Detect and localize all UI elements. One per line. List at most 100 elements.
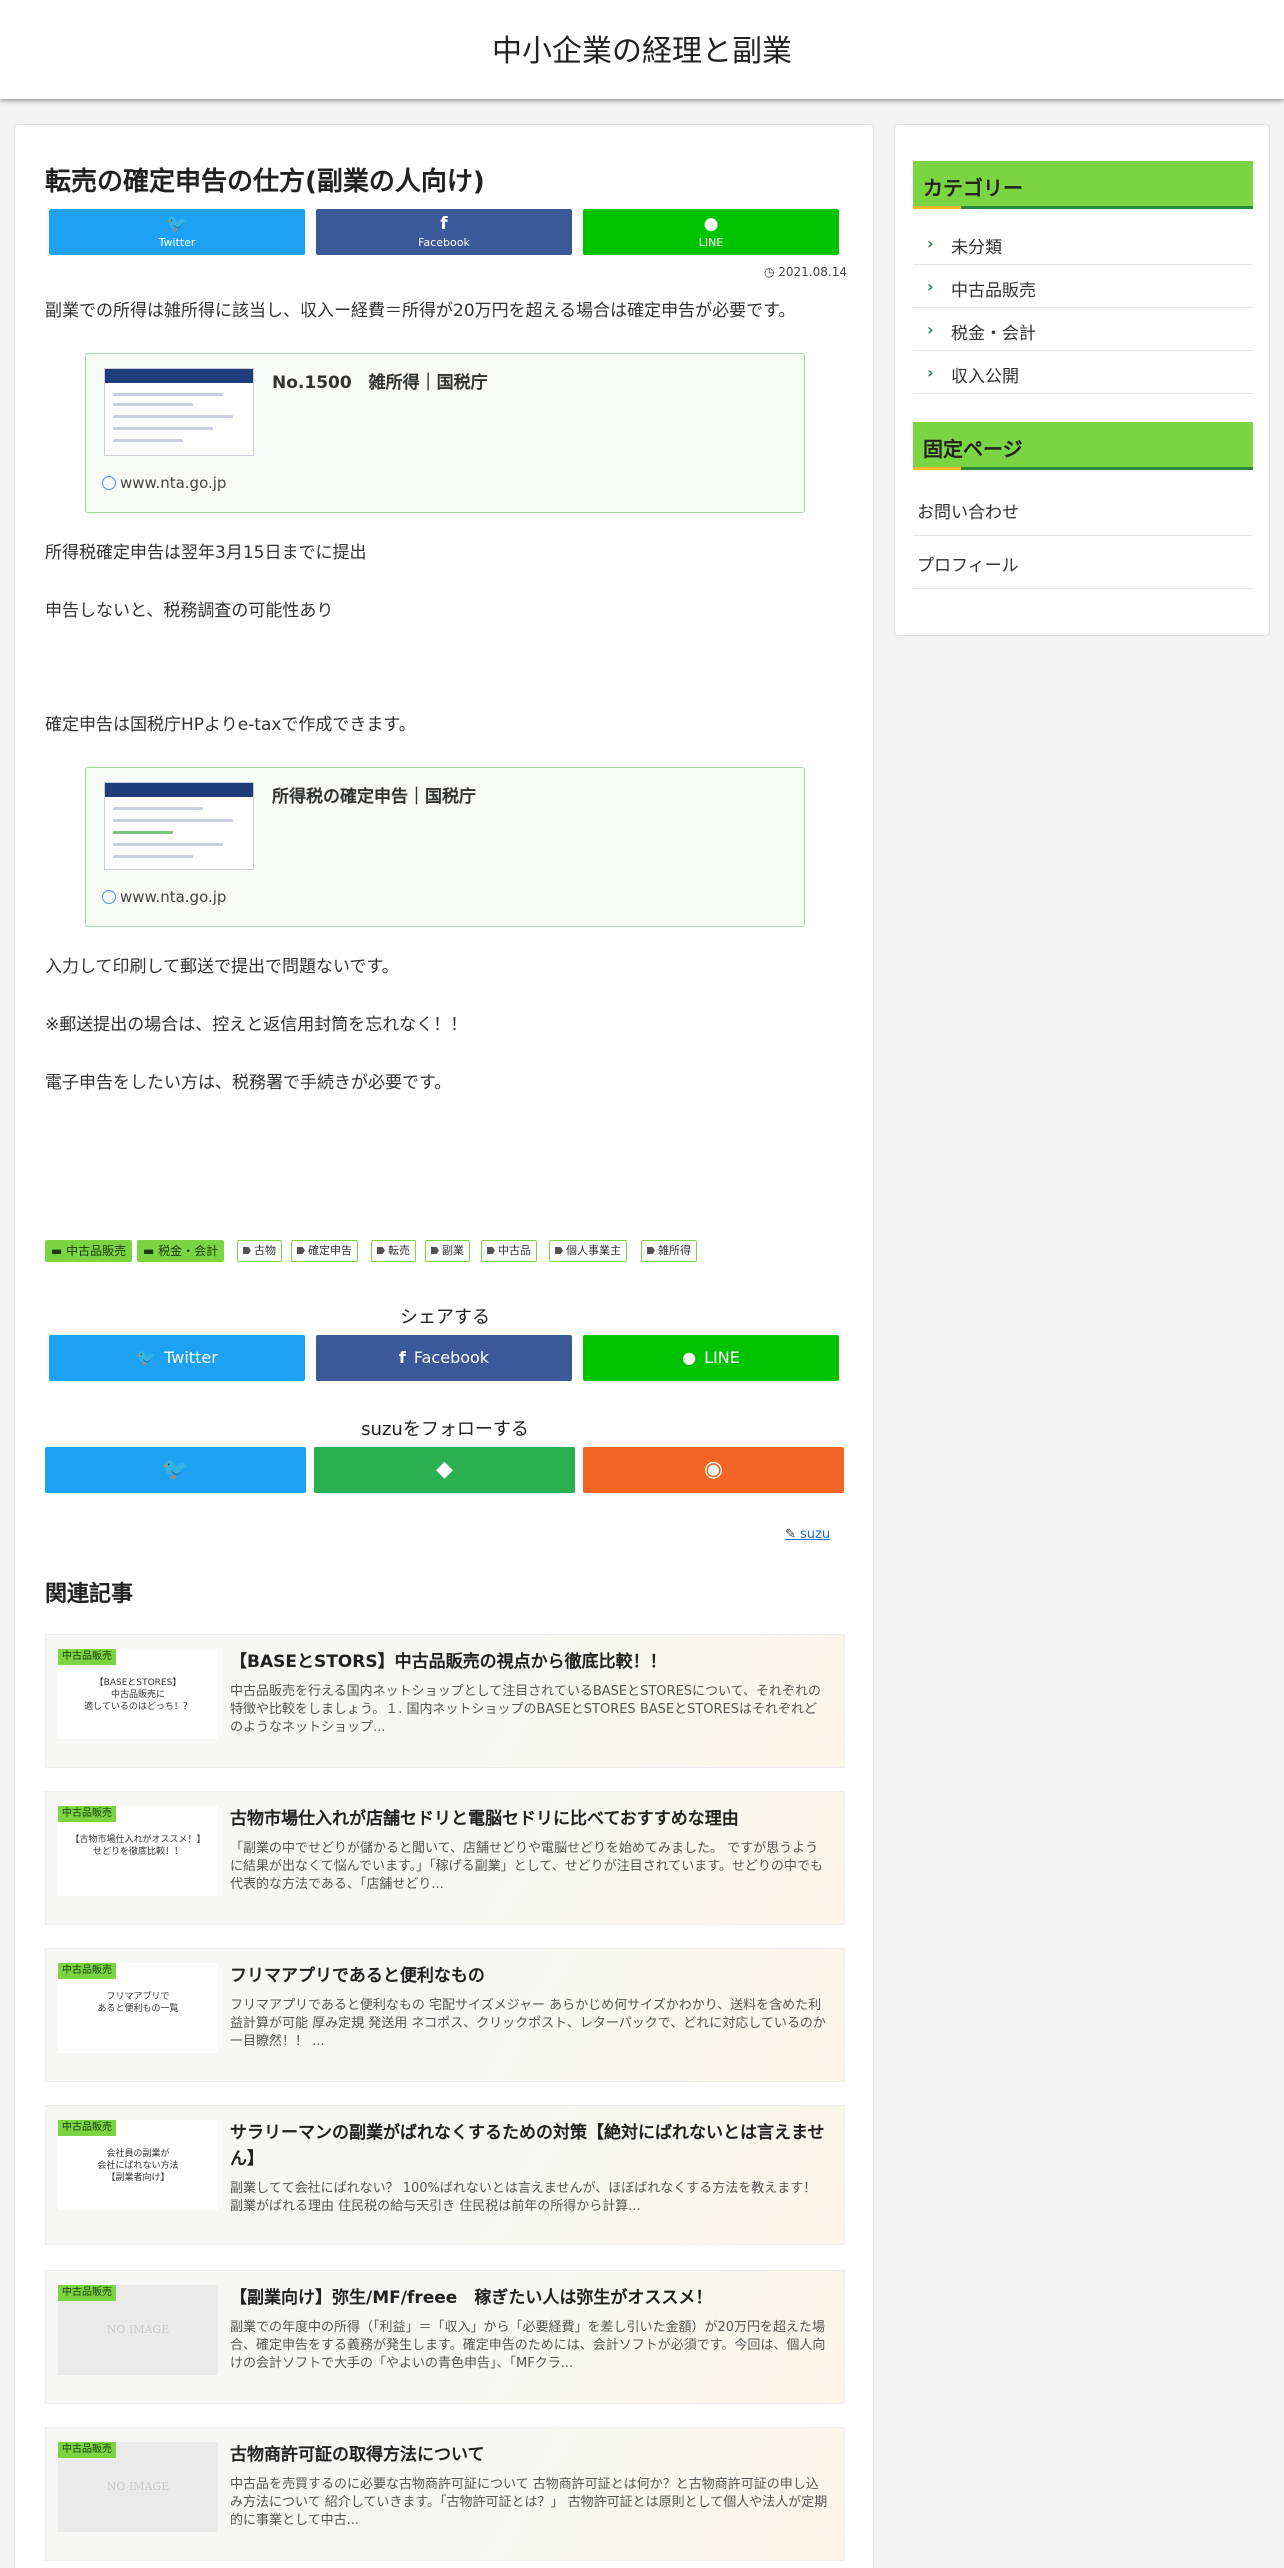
facebook-icon: f bbox=[398, 1348, 406, 1367]
related-title: サラリーマンの副業がばれなくするための対策【絶対にばれないとは言えません】 bbox=[230, 2123, 825, 2169]
tag-link[interactable]: 確定申告 bbox=[291, 1240, 358, 1262]
chevron-right-icon: › bbox=[927, 320, 934, 339]
share-facebook-button-top[interactable]: f Facebook bbox=[316, 209, 572, 255]
paragraph: 申告しないと、税務調査の可能性あり bbox=[45, 601, 334, 621]
related-article-card[interactable]: フリマアプリで あると便利もの一覧 中古品販売 フリマアプリであると便利なもの … bbox=[45, 1948, 845, 2082]
share-line-button[interactable]: ● LINE bbox=[583, 1335, 839, 1381]
tag-link[interactable]: 雑所得 bbox=[641, 1240, 697, 1262]
blogcard-thumbnail bbox=[104, 368, 254, 456]
related-excerpt: フリマアプリであると便利なもの 宅配サイズメジャー あらかじめ何サイズかわかり、… bbox=[230, 1998, 826, 2049]
twitter-icon: 🐦 bbox=[166, 214, 188, 234]
twitter-icon: 🐦 bbox=[136, 1348, 157, 1367]
blogcard-link[interactable]: 所得税の確定申告｜国税庁 www.nta.go.jp bbox=[85, 767, 805, 927]
share-facebook-button[interactable]: f Facebook bbox=[316, 1335, 572, 1381]
line-icon: ● bbox=[682, 1348, 697, 1367]
sidebar: カテゴリー › 未分類 › 中古品販売 › 税金・会計 › 収入公開 固定ページ お問い… bbox=[894, 124, 1270, 636]
twitter-icon: 🐦 bbox=[161, 1457, 190, 1482]
feedly-icon: ◆ bbox=[436, 1457, 453, 1482]
category-label: 中古品販売 bbox=[58, 2120, 116, 2136]
related-title: 古物商許可証の取得方法について bbox=[230, 2445, 485, 2465]
blogcard-thumbnail bbox=[104, 782, 254, 870]
follow-twitter-button[interactable]: 🐦 bbox=[45, 1447, 306, 1493]
blogcard-site: www.nta.go.jp bbox=[102, 474, 226, 492]
sidebar-page-item[interactable]: お問い合わせ bbox=[913, 483, 1253, 536]
article-title: 転売の確定申告の仕方(副業の人向け) bbox=[45, 167, 485, 197]
tag-icon bbox=[297, 1247, 305, 1254]
blogcard-link[interactable]: No.1500 雑所得｜国税庁 www.nta.go.jp bbox=[85, 353, 805, 513]
sidebar-category-item[interactable]: › 中古品販売 bbox=[913, 265, 1253, 308]
category-label: 中古品販売 bbox=[58, 1649, 116, 1665]
related-excerpt: 「副業の中でせどりが儲かると聞いて、店舗せどりや電脳せどりを始めてみました。 で… bbox=[230, 1841, 823, 1892]
tag-link[interactable]: 古物 bbox=[237, 1240, 282, 1262]
blogcard-title: No.1500 雑所得｜国税庁 bbox=[272, 373, 488, 393]
paragraph: 副業での所得は雑所得に該当し、収入ー経費＝所得が20万円を超える場合は確定申告が… bbox=[45, 301, 796, 321]
tag-link[interactable]: 個人事業主 bbox=[549, 1240, 627, 1262]
clock-icon: ◷ bbox=[763, 265, 779, 279]
related-excerpt: 中古品を売買するのに必要な古物商許可証について 古物商許可証とは何か？と古物商許… bbox=[230, 2477, 828, 2528]
sidebar-category-item[interactable]: › 収入公開 bbox=[913, 351, 1253, 394]
chevron-right-icon: › bbox=[927, 363, 934, 382]
facebook-icon: f bbox=[440, 214, 448, 234]
related-article-card[interactable]: 【BASEとSTORES】 中古品販売に 適しているのはどっち！？ 中古品販売 … bbox=[45, 1634, 845, 1768]
related-excerpt: 副業での年度中の所得（「利益」＝「収入」から「必要経費」を差し引いた金額）が20… bbox=[230, 2320, 826, 2371]
line-icon: ● bbox=[703, 214, 719, 234]
related-title: 【副業向け】弥生/MF/freee 稼ぎたい人は弥生がオススメ！ bbox=[230, 2288, 713, 2308]
related-article-card[interactable]: 会社員の副業が 会社にばれない方法 【副業者向け】 中古品販売 サラリーマンの副… bbox=[45, 2105, 845, 2245]
related-title: フリマアプリであると便利なもの bbox=[230, 1966, 485, 1986]
paragraph: 所得税確定申告は翌年3月15日までに提出 bbox=[45, 543, 367, 563]
related-article-card[interactable]: 【古物市場仕入れがオススメ！】 せどりを徹底比較！！ 中古品販売 古物市場仕入れ… bbox=[45, 1791, 845, 1925]
rss-icon: ◉ bbox=[703, 1457, 724, 1482]
share-twitter-button[interactable]: 🐦 Twitter bbox=[49, 1335, 305, 1381]
share-twitter-button-top[interactable]: 🐦 Twitter bbox=[49, 209, 305, 255]
paragraph: 電子申告をしたい方は、税務署で手続きが必要です。 bbox=[45, 1073, 452, 1093]
sidebar-page-item[interactable]: プロフィール bbox=[913, 536, 1253, 589]
category-widget-heading: カテゴリー bbox=[913, 161, 1253, 209]
category-link[interactable]: ▬ 税金・会計 bbox=[137, 1240, 225, 1262]
blogcard-site: www.nta.go.jp bbox=[102, 888, 226, 906]
category-label: 中古品販売 bbox=[58, 2442, 116, 2458]
fixed-page-widget-heading: 固定ページ bbox=[913, 422, 1253, 470]
chevron-right-icon: › bbox=[927, 234, 934, 253]
follow-heading: suzuをフォローする bbox=[361, 1419, 529, 1440]
post-date: ◷ 2021.08.14 bbox=[763, 265, 847, 279]
related-excerpt: 副業してて会社にばれない？ 100%ばれないとは言えませんが、ほぼばれなくする方… bbox=[230, 2181, 817, 2214]
follow-rss-button[interactable]: ◉ bbox=[583, 1447, 844, 1493]
related-heading: 関連記事 bbox=[45, 1582, 134, 1607]
related-article-card[interactable]: NO IMAGE 中古品販売 【副業向け】弥生/MF/freee 稼ぎたい人は弥… bbox=[45, 2270, 845, 2404]
author-link[interactable]: ✎ suzu bbox=[785, 1527, 830, 1542]
sidebar-category-item[interactable]: › 未分類 bbox=[913, 222, 1253, 265]
folder-icon: ▬ bbox=[51, 1244, 67, 1258]
tag-icon bbox=[377, 1247, 385, 1254]
share-heading: シェアする bbox=[400, 1307, 490, 1328]
related-title: 【BASEとSTORS】中古品販売の視点から徹底比較！！ bbox=[230, 1652, 667, 1672]
globe-icon bbox=[102, 890, 116, 904]
category-label: 中古品販売 bbox=[58, 2285, 116, 2301]
category-label: 中古品販売 bbox=[58, 1963, 116, 1979]
tag-icon bbox=[555, 1247, 563, 1254]
paragraph: 入力して印刷して郵送で提出で問題ないです。 bbox=[45, 957, 399, 977]
follow-feedly-button[interactable]: ◆ bbox=[314, 1447, 575, 1493]
tag-icon bbox=[431, 1247, 439, 1254]
related-article-card[interactable]: NO IMAGE 中古品販売 古物商許可証の取得方法について 中古品を売買するの… bbox=[45, 2427, 845, 2561]
site-title[interactable]: 中小企業の経理と副業 bbox=[0, 26, 1284, 70]
globe-icon bbox=[102, 476, 116, 490]
tag-icon bbox=[647, 1247, 655, 1254]
article-container: 転売の確定申告の仕方(副業の人向け) 🐦 Twitter f Facebook … bbox=[14, 124, 874, 2568]
pencil-icon: ✎ bbox=[785, 1527, 801, 1542]
paragraph: 確定申告は国税庁HPよりe-taxで作成できます。 bbox=[45, 715, 416, 735]
related-excerpt: 中古品販売を行える国内ネットショップとして注目されているBASEとSTORESに… bbox=[230, 1684, 821, 1735]
related-title: 古物市場仕入れが店舗セドリと電脳セドリに比べておすすめな理由 bbox=[230, 1809, 739, 1829]
paragraph: ※郵送提出の場合は、控えと返信用封筒を忘れなく！！ bbox=[45, 1015, 468, 1035]
blogcard-title: 所得税の確定申告｜国税庁 bbox=[272, 787, 476, 807]
category-link[interactable]: ▬ 中古品販売 bbox=[45, 1240, 133, 1262]
tag-icon bbox=[487, 1247, 495, 1254]
category-label: 中古品販売 bbox=[58, 1806, 116, 1822]
tag-link[interactable]: 副業 bbox=[425, 1240, 470, 1262]
sidebar-category-item[interactable]: › 税金・会計 bbox=[913, 308, 1253, 351]
tag-link[interactable]: 中古品 bbox=[481, 1240, 537, 1262]
tag-link[interactable]: 転売 bbox=[371, 1240, 416, 1262]
chevron-right-icon: › bbox=[927, 277, 934, 296]
site-header: 中小企業の経理と副業 bbox=[0, 0, 1284, 99]
tag-icon bbox=[243, 1247, 251, 1254]
share-line-button-top[interactable]: ● LINE bbox=[583, 209, 839, 255]
